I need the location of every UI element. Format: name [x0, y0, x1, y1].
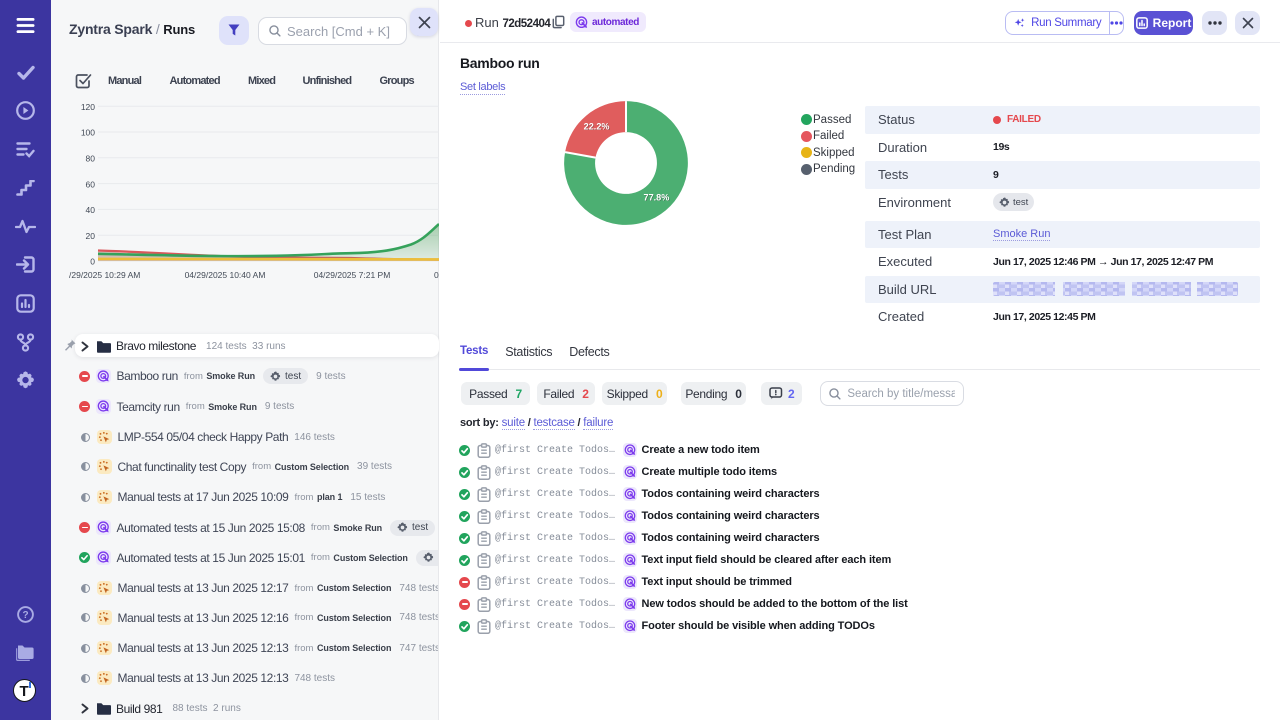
svg-text:100: 100: [81, 128, 95, 138]
svg-text:04/29/2025 10:40 AM: 04/29/2025 10:40 AM: [185, 270, 266, 280]
svg-text:77.8%: 77.8%: [644, 193, 670, 203]
svg-text:22.2%: 22.2%: [584, 122, 610, 132]
svg-text:0: 0: [90, 257, 95, 267]
svg-text:20: 20: [86, 231, 96, 241]
svg-text:40: 40: [86, 205, 96, 215]
svg-text:60: 60: [86, 179, 96, 189]
svg-text:120: 120: [81, 102, 95, 112]
svg-text:?: ?: [22, 610, 28, 621]
svg-text:0: 0: [434, 270, 439, 280]
svg-text:/29/2025 10:29 AM: /29/2025 10:29 AM: [69, 270, 140, 280]
svg-text:80: 80: [86, 154, 96, 164]
svg-text:04/29/2025 7:21 PM: 04/29/2025 7:21 PM: [314, 270, 391, 280]
